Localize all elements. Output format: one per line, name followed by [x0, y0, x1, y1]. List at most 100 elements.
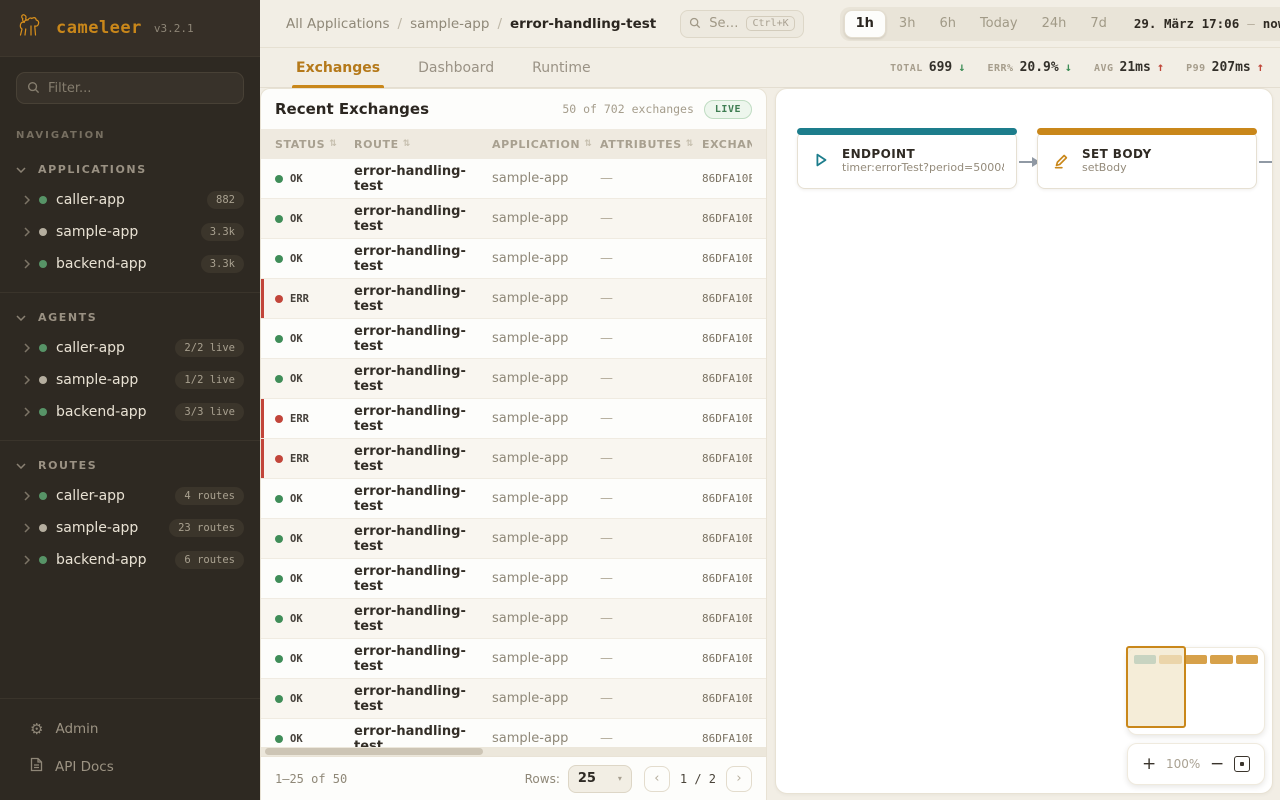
- zoom-in-button[interactable]: +: [1142, 756, 1156, 773]
- sidebar-item-backend-app[interactable]: backend-app 3/3 live: [0, 396, 260, 428]
- attributes-cell: —: [600, 371, 702, 386]
- table-row[interactable]: OK error-handling-test sample-app — 86DF…: [261, 199, 766, 239]
- flow-node-set-body[interactable]: SET BODY setBody: [1037, 131, 1257, 189]
- node-subtitle: setBody: [1082, 161, 1152, 174]
- exchanges-panel: Recent Exchanges 50 of 702 exchanges LIV…: [260, 88, 767, 800]
- route-cell: error-handling-test: [354, 484, 492, 514]
- table-rows: OK error-handling-test sample-app — 86DF…: [261, 159, 766, 756]
- column-header-application[interactable]: APPLICATION ⇅: [492, 138, 600, 151]
- sidebar-item-caller-app[interactable]: caller-app 2/2 live: [0, 332, 260, 364]
- status-cell: OK: [275, 373, 354, 385]
- sidebar-item-api-docs[interactable]: API Docs: [0, 747, 260, 786]
- table-row[interactable]: OK error-handling-test sample-app — 86DF…: [261, 159, 766, 199]
- next-page-button[interactable]: ›: [726, 766, 752, 792]
- prev-page-button[interactable]: ‹: [644, 766, 670, 792]
- column-header-exchange[interactable]: EXCHANGE ⇅: [702, 138, 752, 151]
- column-header-route[interactable]: ROUTE ⇅: [354, 138, 492, 151]
- time-range-today[interactable]: Today: [969, 10, 1029, 38]
- app-version: v3.2.1: [154, 22, 194, 35]
- route-flow-canvas[interactable]: ENDPOINT timer:errorTest?period=5000&del…: [775, 88, 1273, 794]
- application-cell: sample-app: [492, 611, 600, 626]
- time-range-24h[interactable]: 24h: [1031, 10, 1078, 38]
- column-header-attributes[interactable]: ATTRIBUTES ⇅: [600, 138, 702, 151]
- route-cell: error-handling-test: [354, 404, 492, 434]
- column-header-status[interactable]: STATUS ⇅: [275, 138, 354, 151]
- nav-section-items: caller-app 4 routes sample-app 23 routes…: [0, 480, 260, 576]
- scrollbar-thumb[interactable]: [265, 748, 483, 755]
- global-search-button[interactable]: Se… Ctrl+K: [680, 10, 803, 38]
- chevron-right-icon: [24, 555, 30, 565]
- horizontal-scrollbar[interactable]: [261, 747, 766, 756]
- flow-node-endpoint[interactable]: ENDPOINT timer:errorTest?period=5000&del…: [797, 131, 1017, 189]
- nav-section-routes: ROUTES caller-app 4 routes sample-app 23…: [0, 440, 260, 576]
- date-range[interactable]: 29. März 17:06 – now: [1120, 16, 1280, 31]
- table-row[interactable]: OK error-handling-test sample-app — 86DF…: [261, 519, 766, 559]
- table-row[interactable]: OK error-handling-test sample-app — 86DF…: [261, 599, 766, 639]
- nav-item-badge: 3.3k: [201, 255, 244, 273]
- sidebar-item-caller-app[interactable]: caller-app 882: [0, 184, 260, 216]
- nav-item-badge: 2/2 live: [175, 339, 244, 357]
- status-cell: OK: [275, 173, 354, 185]
- rows-per-page-select[interactable]: 25 ▾: [568, 765, 632, 793]
- table-row[interactable]: OK error-handling-test sample-app — 86DF…: [261, 479, 766, 519]
- breadcrumb-sample-app[interactable]: sample-app: [410, 16, 489, 32]
- table-row[interactable]: OK error-handling-test sample-app — 86DF…: [261, 359, 766, 399]
- route-cell: error-handling-test: [354, 324, 492, 354]
- breadcrumb-all-applications[interactable]: All Applications: [286, 16, 390, 32]
- sidebar-item-backend-app[interactable]: backend-app 6 routes: [0, 544, 260, 576]
- nav-section-header[interactable]: AGENTS: [0, 307, 260, 332]
- tabs: Exchanges Dashboard Runtime: [296, 48, 629, 88]
- application-cell: sample-app: [492, 291, 600, 306]
- chevron-down-icon: [16, 463, 26, 469]
- stat: ERR% 20.9% ↓: [987, 60, 1071, 75]
- attributes-cell: —: [600, 171, 702, 186]
- exchange-id-cell: 86DFA10E8D: [702, 292, 752, 305]
- sidebar-item-sample-app[interactable]: sample-app 23 routes: [0, 512, 260, 544]
- attributes-cell: —: [600, 571, 702, 586]
- nav-section-header[interactable]: APPLICATIONS: [0, 159, 260, 184]
- status-dot-icon: [275, 535, 283, 543]
- status-cell: OK: [275, 653, 354, 665]
- sidebar-item-caller-app[interactable]: caller-app 4 routes: [0, 480, 260, 512]
- sidebar-filter[interactable]: [16, 72, 244, 104]
- time-range-6h[interactable]: 6h: [928, 10, 967, 38]
- status-cell: OK: [275, 613, 354, 625]
- status-dot-icon: [39, 376, 47, 384]
- time-range-1h[interactable]: 1h: [844, 10, 886, 38]
- pencil-icon: [1050, 149, 1072, 171]
- table-row[interactable]: ERR error-handling-test sample-app — 86D…: [261, 279, 766, 319]
- sidebar-item-sample-app[interactable]: sample-app 3.3k: [0, 216, 260, 248]
- time-range-7d[interactable]: 7d: [1079, 10, 1118, 38]
- brand-name: cameleer: [56, 18, 142, 38]
- sidebar-item-backend-app[interactable]: backend-app 3.3k: [0, 248, 260, 280]
- table-row[interactable]: OK error-handling-test sample-app — 86DF…: [261, 639, 766, 679]
- zoom-out-button[interactable]: −: [1210, 756, 1224, 773]
- status-dot-icon: [39, 228, 47, 236]
- minimap-viewport[interactable]: [1126, 646, 1186, 728]
- route-cell: error-handling-test: [354, 204, 492, 234]
- table-row[interactable]: ERR error-handling-test sample-app — 86D…: [261, 399, 766, 439]
- table-row[interactable]: OK error-handling-test sample-app — 86DF…: [261, 679, 766, 719]
- nav-item-badge: 4 routes: [175, 487, 244, 505]
- sidebar-item-admin[interactable]: ⚙ Admin: [0, 711, 260, 747]
- table-row[interactable]: OK error-handling-test sample-app — 86DF…: [261, 239, 766, 279]
- minimap[interactable]: [1127, 647, 1265, 735]
- tab-dashboard[interactable]: Dashboard: [418, 48, 494, 88]
- tab-exchanges[interactable]: Exchanges: [296, 48, 380, 88]
- filter-input[interactable]: [48, 81, 233, 96]
- nav-section-header[interactable]: ROUTES: [0, 455, 260, 480]
- nav-section-label: AGENTS: [38, 311, 97, 324]
- nav-section-items: caller-app 882 sample-app 3.3k backend-a…: [0, 184, 260, 280]
- table-row[interactable]: OK error-handling-test sample-app — 86DF…: [261, 559, 766, 599]
- application-cell: sample-app: [492, 451, 600, 466]
- time-range-3h[interactable]: 3h: [888, 10, 927, 38]
- sidebar-item-sample-app[interactable]: sample-app 1/2 live: [0, 364, 260, 396]
- table-row[interactable]: ERR error-handling-test sample-app — 86D…: [261, 439, 766, 479]
- fit-view-button[interactable]: [1234, 756, 1250, 772]
- table-row[interactable]: OK error-handling-test sample-app — 86DF…: [261, 319, 766, 359]
- column-label: ATTRIBUTES: [600, 138, 682, 151]
- status-dot-icon: [39, 524, 47, 532]
- tab-runtime[interactable]: Runtime: [532, 48, 590, 88]
- nav-item-label: caller-app: [56, 192, 198, 208]
- node-subtitle: timer:errorTest?period=5000&dela: [842, 161, 1004, 174]
